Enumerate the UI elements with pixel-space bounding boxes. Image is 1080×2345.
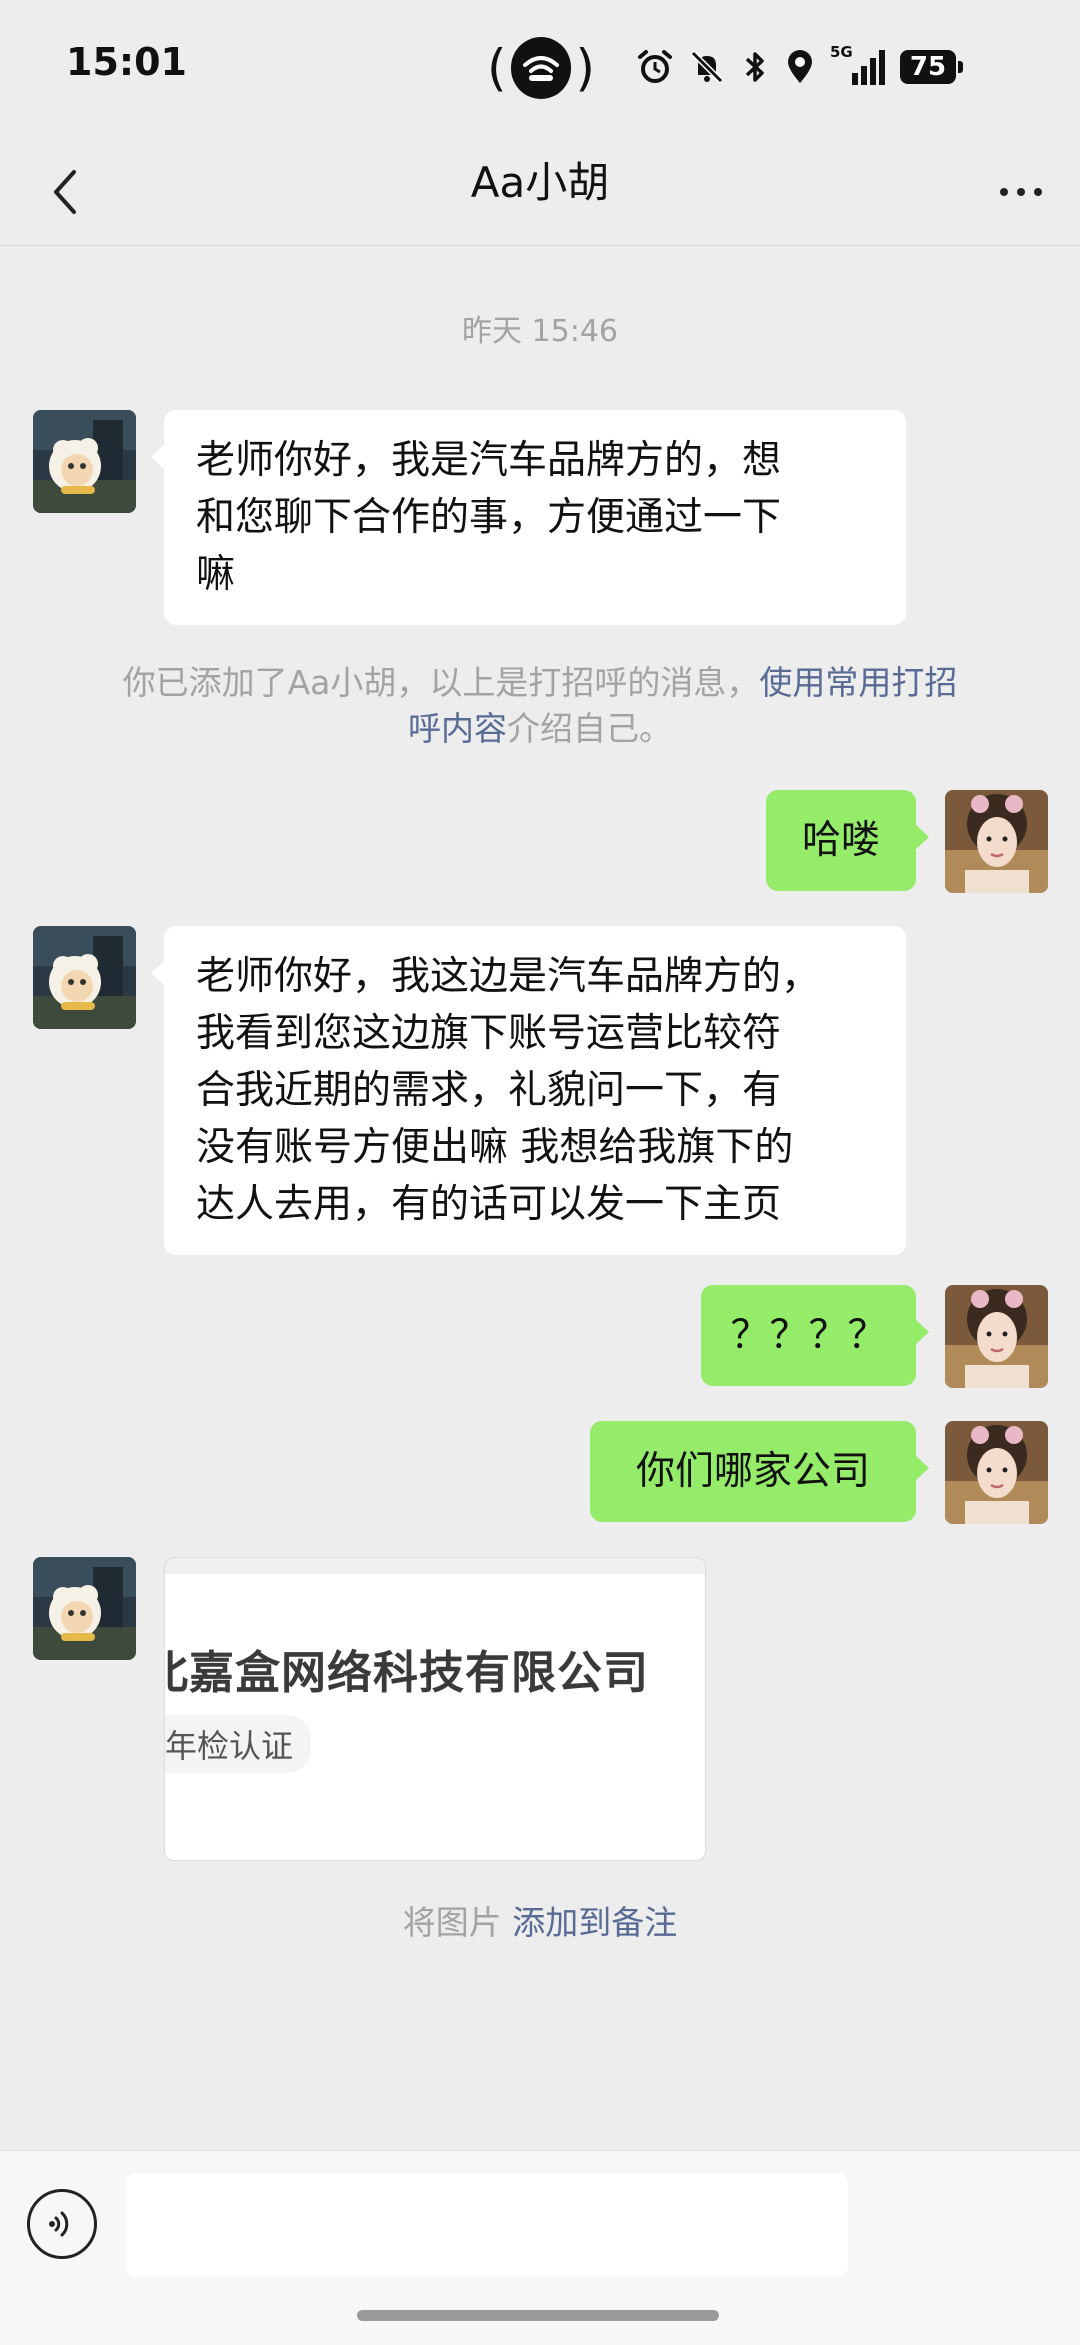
message-bubble-incoming[interactable]: 老师你好，我是汽车品牌方的，想 和您聊下合作的事，方便通过一下 嘛	[151, 410, 906, 625]
my-avatar[interactable]	[945, 1285, 1048, 1388]
status-icons: 5G 75	[636, 42, 963, 92]
more-dots-icon	[1000, 188, 1008, 196]
contact-avatar[interactable]	[33, 926, 136, 1029]
note-hint-text: 将图片	[402, 1903, 513, 1942]
message-bubble-outgoing[interactable]: 哈喽	[766, 790, 929, 891]
image-top-band	[165, 1558, 705, 1574]
voice-button[interactable]	[27, 2189, 97, 2259]
image-verification-tag: 年检认证	[165, 1715, 312, 1773]
status-time: 15:01	[66, 40, 187, 84]
signal-5g-icon: 5G	[830, 43, 886, 87]
voice-icon	[49, 2211, 69, 2237]
battery-icon: 75	[900, 50, 963, 84]
message-text: 你们哪家公司	[635, 1449, 870, 1494]
status-bar: 15:01 ( ) 5G 75	[0, 0, 1080, 135]
message-text: ？？？？	[730, 1313, 887, 1358]
hotspot-icon	[510, 37, 572, 99]
chat-title: Aa小胡	[470, 158, 610, 207]
my-avatar[interactable]	[945, 1421, 1048, 1524]
more-options-button[interactable]	[986, 157, 1056, 227]
message-text: 老师你好，我是汽车品牌方的，想 和您聊下合作的事，方便通过一下 嘛	[196, 438, 782, 597]
image-message[interactable]: 北嘉盒网络科技有限公司 年检认证	[164, 1557, 706, 1861]
contact-avatar[interactable]	[33, 410, 136, 513]
message-bubble-outgoing[interactable]: ？？？？	[701, 1285, 929, 1386]
system-notice: 你已添加了Aa小胡，以上是打招呼的消息，使用常用打招 呼内容介绍自己。	[70, 660, 1010, 752]
add-to-remark-link[interactable]: 添加到备注	[512, 1903, 677, 1942]
contact-avatar[interactable]	[33, 1557, 136, 1660]
my-avatar[interactable]	[945, 790, 1048, 893]
system-notice-text: 你已添加了Aa小胡，以上是打招呼的消息，	[122, 663, 760, 702]
message-input[interactable]	[126, 2173, 848, 2277]
mute-bell-icon	[690, 50, 724, 84]
bluetooth-icon	[745, 52, 764, 82]
image-note-hint: 将图片 添加到备注	[0, 1896, 1080, 1944]
message-text: 老师你好，我这边是汽车品牌方的， 我看到您这边旗下账号运营比较符 合我近期的需求…	[196, 954, 821, 1227]
home-indicator[interactable]	[357, 2310, 719, 2321]
hotspot-indicator: ( )	[487, 37, 595, 99]
chat-header: Aa小胡	[0, 135, 1080, 246]
message-bubble-incoming[interactable]: 老师你好，我这边是汽车品牌方的， 我看到您这边旗下账号运营比较符 合我近期的需求…	[151, 926, 906, 1255]
alarm-icon	[638, 50, 672, 83]
location-icon	[788, 50, 812, 83]
system-notice-suffix: 介绍自己。	[507, 709, 672, 748]
message-bubble-outgoing[interactable]: 你们哪家公司	[590, 1421, 929, 1522]
message-text: 哈喽	[801, 818, 880, 863]
image-company-name: 北嘉盒网络科技有限公司	[164, 1646, 650, 1699]
message-timestamp: 昨天 15:46	[462, 314, 618, 349]
battery-level: 75	[909, 52, 947, 82]
